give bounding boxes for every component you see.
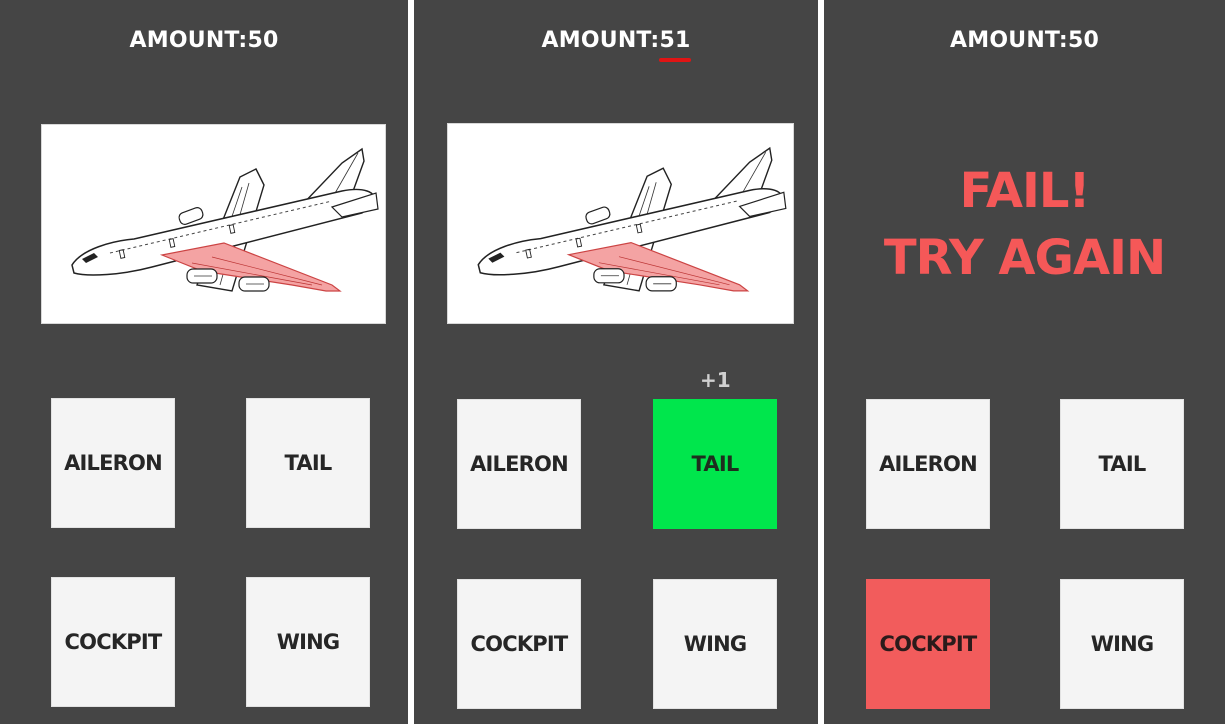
score-underline-icon (658, 58, 691, 62)
amount-value: 50 (1067, 28, 1099, 53)
answer-label: AILERON (879, 452, 978, 476)
answer-button-cockpit[interactable]: COCKPIT (457, 579, 581, 709)
amount-label: AMOUNT: (950, 28, 1068, 53)
answer-button-wing[interactable]: WING (1060, 579, 1184, 709)
answer-button-tail[interactable]: TAIL (246, 398, 370, 528)
answer-button-aileron[interactable]: AILERON (866, 399, 990, 529)
answer-button-tail[interactable]: TAIL (653, 399, 777, 529)
answer-button-aileron[interactable]: AILERON (457, 399, 581, 529)
answer-button-aileron[interactable]: AILERON (51, 398, 175, 528)
score-delta: +1 (700, 368, 731, 392)
answer-label: TAIL (284, 451, 333, 475)
game-panel-fail: AMOUNT:50 FAIL! TRY AGAIN AILERON TAIL C… (824, 0, 1225, 724)
airplane-image (41, 124, 386, 324)
game-panel-initial: AMOUNT:50 AILERON TAIL COCKPIT WING (0, 0, 408, 724)
amount-label: AMOUNT: (129, 28, 248, 53)
answer-label: TAIL (691, 452, 740, 476)
amount-value: 50 (247, 28, 279, 53)
amount-display: AMOUNT:51 (414, 28, 818, 62)
answer-label: COCKPIT (879, 632, 978, 656)
answer-label: AILERON (470, 452, 569, 476)
amount-display: AMOUNT:50 (824, 28, 1225, 53)
answer-button-wing[interactable]: WING (246, 577, 370, 707)
answer-label: WING (1090, 632, 1154, 656)
try-again-message: TRY AGAIN (883, 230, 1166, 286)
answer-label: COCKPIT (64, 630, 163, 654)
answer-label: TAIL (1098, 452, 1147, 476)
amount-value: 51 (658, 28, 691, 62)
airplane-illustration-icon (71, 148, 379, 292)
answer-label: AILERON (64, 451, 163, 475)
game-panel-correct: AMOUNT:51 +1 AILERON TAIL COCKPIT WING (414, 0, 818, 724)
fail-message: FAIL! (959, 163, 1091, 219)
amount-display: AMOUNT:50 (0, 28, 408, 53)
answer-button-cockpit[interactable]: COCKPIT (51, 577, 175, 707)
answer-label: WING (276, 630, 340, 654)
answer-button-cockpit[interactable]: COCKPIT (866, 579, 990, 709)
airplane-image (447, 123, 794, 324)
answer-label: COCKPIT (470, 632, 569, 656)
answer-label: WING (683, 632, 747, 656)
amount-label: AMOUNT: (541, 28, 660, 53)
answer-button-wing[interactable]: WING (653, 579, 777, 709)
airplane-illustration-icon (477, 147, 787, 292)
answer-button-tail[interactable]: TAIL (1060, 399, 1184, 529)
